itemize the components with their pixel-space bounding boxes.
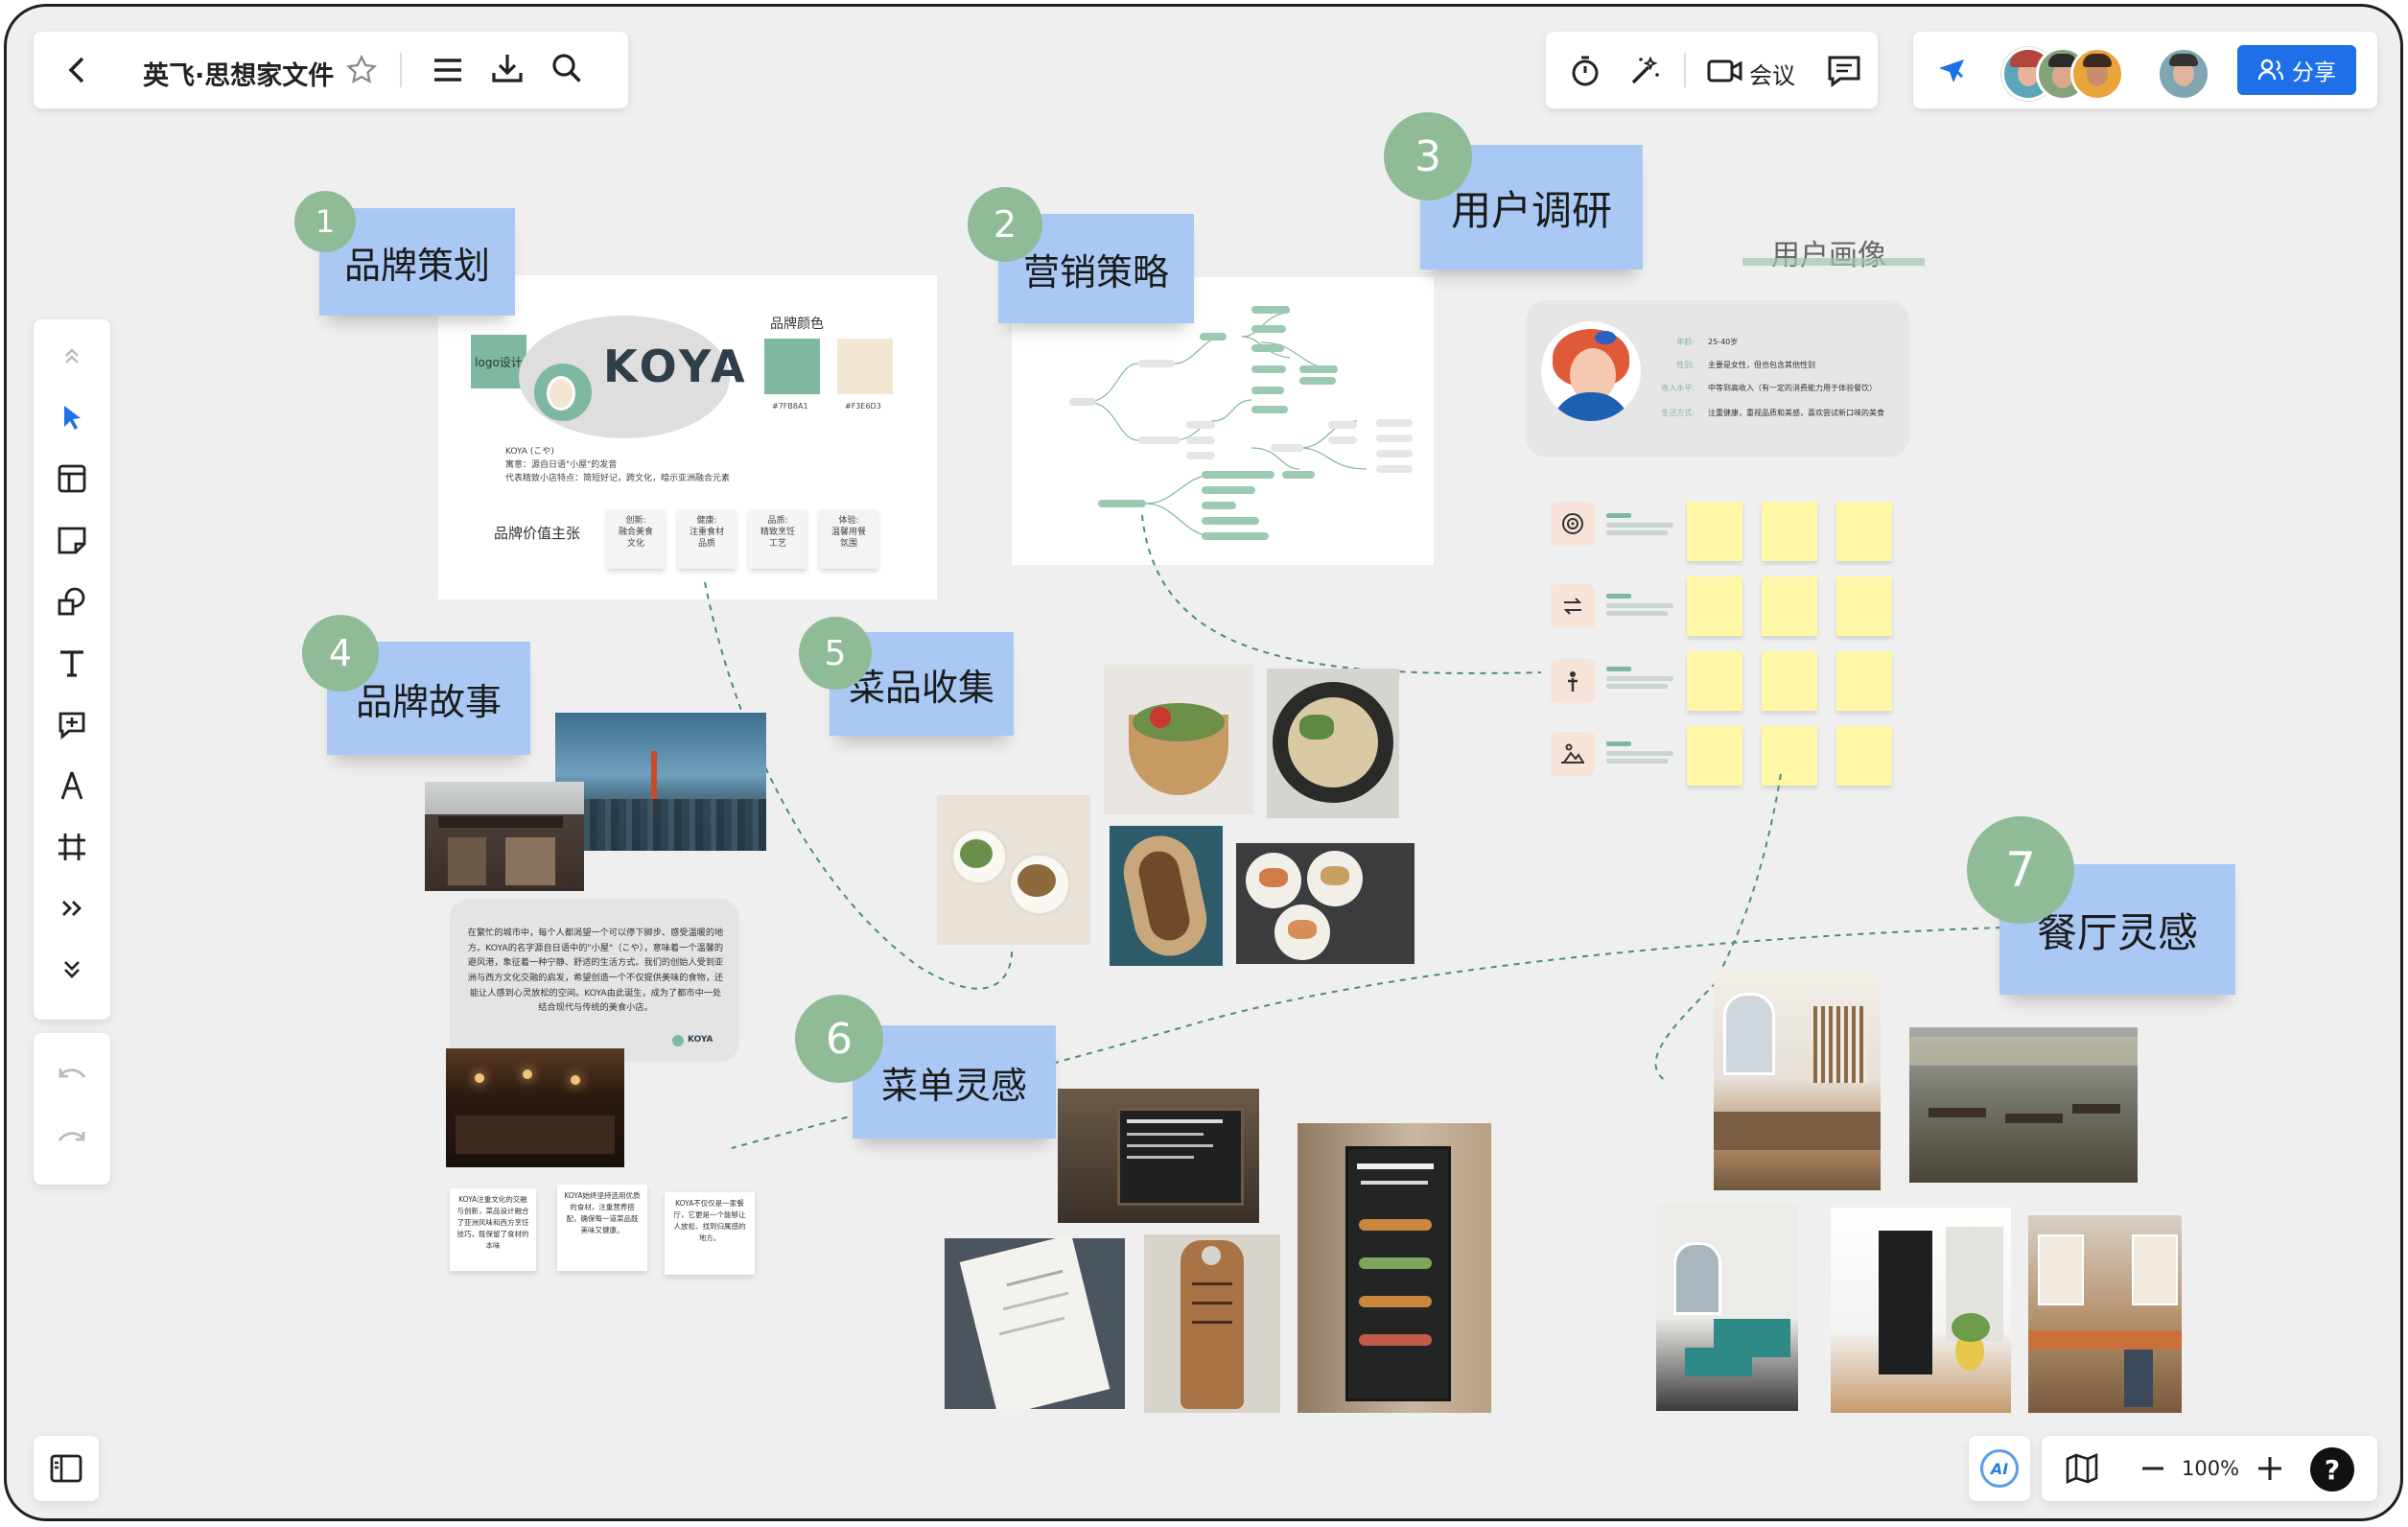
whiteboard-canvas[interactable]: 英飞·思想家文件 会议 分享 AI 100% ? logo设计 KOYA 品牌颜… [4,4,2403,1521]
frame-number-badge: 5 [799,617,872,690]
brand-story-card[interactable]: 在繁忙的城市中，每个人都渴望一个可以停下脚步、感受温暖的地方。KOYA的名字源自… [450,899,739,1062]
photo-teal-seating[interactable] [1656,1204,1798,1411]
photo-bakery-shelves[interactable] [2028,1215,2182,1413]
photo-menu-board[interactable] [1058,1089,1259,1223]
photo-ramen[interactable] [1267,669,1399,818]
story-note[interactable]: KOYA不仅仅是一家餐厅，它更是一个能够让人放松、找到归属感的地方。 [665,1192,755,1275]
photo-cafe-counter[interactable] [1714,968,1881,1190]
frame-number-badge: 6 [795,995,883,1083]
story-note[interactable]: KOYA注重文化的交融与创新，菜品设计融合了亚洲风味和西方烹饪技巧，既保留了食材… [450,1188,536,1271]
story-note[interactable]: KOYA始终坚持选用优质的食材，注重营养搭配，确保每一道菜品既美味又健康。 [557,1185,647,1271]
photo-bread-basket[interactable] [1110,826,1223,966]
frame-number-badge: 4 [302,615,379,692]
frame-number-badge: 7 [1967,816,2074,924]
photo-chalkboard-sign[interactable] [1298,1123,1491,1413]
photo-restaurant-tables[interactable] [1909,1027,2138,1183]
photo-wooden-menu[interactable] [1144,1234,1280,1413]
photo-paper-menu[interactable] [945,1238,1125,1409]
photo-table-dishes[interactable] [937,795,1090,945]
photo-minimal-cafe[interactable] [1831,1208,2011,1413]
story-logo-icon [672,1035,684,1046]
photo-old-shop[interactable] [425,782,584,891]
photo-plated-dishes[interactable] [1236,843,1414,964]
photo-tokyo-skyline[interactable] [555,713,766,851]
brand-story-text: 在繁忙的城市中，每个人都渴望一个可以停下脚步、感受温暖的地方。KOYA的名字源自… [467,928,724,1014]
photo-cafe-interior[interactable] [446,1048,624,1167]
photo-dish-bowl[interactable] [1104,665,1253,814]
story-logo: KOYA [688,1035,713,1045]
